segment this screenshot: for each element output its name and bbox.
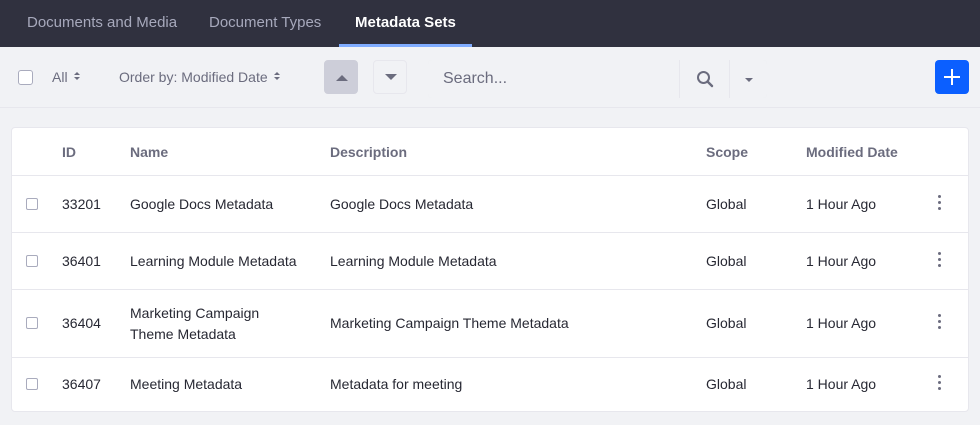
add-button[interactable] xyxy=(935,60,969,94)
row-modified-date: 1 Hour Ago xyxy=(806,376,877,392)
table-row[interactable]: 36404 Marketing Campaign Theme Metadata … xyxy=(12,290,968,358)
row-name[interactable]: Meeting Metadata xyxy=(130,374,242,395)
row-description: Metadata for meeting xyxy=(330,376,463,392)
row-checkbox[interactable] xyxy=(26,198,38,210)
row-modified-date: 1 Hour Ago xyxy=(806,196,877,212)
row-name[interactable]: Google Docs Metadata xyxy=(130,194,273,215)
search-icon xyxy=(697,71,714,88)
caret-down-icon xyxy=(385,74,397,80)
search-group xyxy=(428,60,767,98)
row-id: 36404 xyxy=(62,315,101,331)
row-modified-date: 1 Hour Ago xyxy=(806,253,877,269)
sort-descending-button[interactable] xyxy=(373,60,407,94)
row-id: 33201 xyxy=(62,196,101,212)
row-checkbox[interactable] xyxy=(26,255,38,267)
column-header-description: Description xyxy=(330,144,408,160)
search-input[interactable] xyxy=(428,60,679,98)
column-header-modified-date: Modified Date xyxy=(806,144,898,160)
row-scope: Global xyxy=(706,253,747,269)
sort-arrows-icon xyxy=(74,72,80,80)
row-checkbox[interactable] xyxy=(26,378,38,390)
sort-arrows-icon xyxy=(274,72,280,80)
table-row[interactable]: 33201 Google Docs Metadata Google Docs M… xyxy=(12,176,968,233)
row-description: Learning Module Metadata xyxy=(330,253,497,269)
filter-label: All xyxy=(52,69,68,85)
top-navigation: Documents and Media Document Types Metad… xyxy=(0,0,980,47)
row-modified-date: 1 Hour Ago xyxy=(806,315,877,331)
table-row[interactable]: 36407 Meeting Metadata Metadata for meet… xyxy=(12,358,968,411)
tab-documents-and-media[interactable]: Documents and Media xyxy=(27,0,177,47)
table-header: ID Name Description Scope Modified Date xyxy=(12,128,968,176)
tab-document-types[interactable]: Document Types xyxy=(209,0,321,47)
row-id: 36407 xyxy=(62,376,101,392)
metadata-sets-table: ID Name Description Scope Modified Date … xyxy=(11,127,969,412)
sort-ascending-button[interactable] xyxy=(324,60,358,94)
row-scope: Global xyxy=(706,315,747,331)
table-row[interactable]: 36401 Learning Module Metadata Learning … xyxy=(12,233,968,290)
row-scope: Global xyxy=(706,376,747,392)
caret-down-icon xyxy=(745,78,753,82)
search-button[interactable] xyxy=(679,60,729,98)
row-actions-kebab-icon[interactable] xyxy=(934,252,946,270)
row-actions-kebab-icon[interactable] xyxy=(934,314,946,332)
order-by-label: Order by: Modified Date xyxy=(119,69,268,85)
tab-metadata-sets[interactable]: Metadata Sets xyxy=(339,0,472,47)
column-header-name: Name xyxy=(130,144,169,160)
row-name[interactable]: Learning Module Metadata xyxy=(130,251,297,272)
row-actions-kebab-icon[interactable] xyxy=(934,375,946,393)
column-header-scope: Scope xyxy=(706,144,749,160)
row-scope: Global xyxy=(706,196,747,212)
row-id: 36401 xyxy=(62,253,101,269)
column-header-id: ID xyxy=(62,144,76,160)
order-by-dropdown[interactable]: Order by: Modified Date xyxy=(119,69,280,85)
caret-up-icon xyxy=(336,75,348,81)
search-options-dropdown[interactable] xyxy=(729,60,767,98)
row-description: Marketing Campaign Theme Metadata xyxy=(330,315,569,331)
row-actions-kebab-icon[interactable] xyxy=(934,195,946,213)
row-description: Google Docs Metadata xyxy=(330,196,474,212)
row-checkbox[interactable] xyxy=(26,317,38,329)
row-name[interactable]: Marketing Campaign Theme Metadata xyxy=(130,303,290,345)
filter-dropdown[interactable]: All xyxy=(52,69,80,85)
management-toolbar: All Order by: Modified Date xyxy=(0,47,980,108)
select-all-checkbox[interactable] xyxy=(18,70,33,85)
